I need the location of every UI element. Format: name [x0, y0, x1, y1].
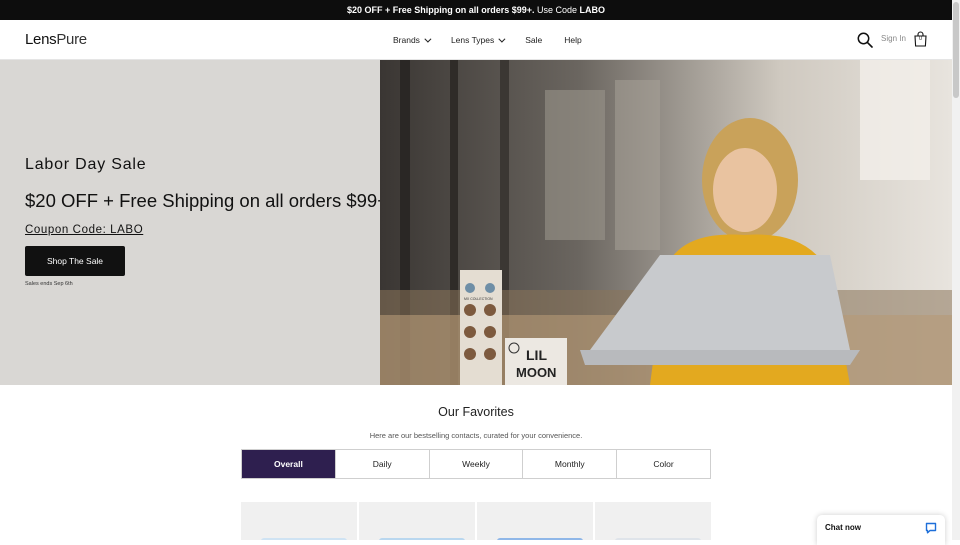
main-nav: Brands Lens Types Sale Help — [393, 20, 582, 60]
chevron-down-icon — [498, 35, 506, 43]
product-box-2-line1: LIL — [526, 347, 547, 363]
tab-weekly[interactable]: Weekly — [429, 450, 524, 478]
nav-lens-types-label: Lens Types — [450, 35, 495, 45]
nav-brands-label: Brands — [393, 35, 420, 45]
our-favorites-section: Our Favorites Here are our bestselling c… — [0, 385, 952, 540]
page-scrollbar[interactable] — [952, 0, 960, 540]
hero-headline: $20 OFF + Free Shipping on all orders $9… — [25, 190, 389, 211]
lenspure-logo[interactable]: LensPure — [25, 31, 87, 48]
page: $20 OFF + Free Shipping on all orders $9… — [0, 0, 952, 540]
nav-help[interactable]: Help — [564, 35, 581, 45]
chevron-down-icon — [424, 35, 432, 43]
sale-ends-note: Sales ends Sep 6th — [25, 281, 73, 287]
product-box-1-label: MX COLLECTION — [464, 297, 493, 301]
hero-title: Labor Day Sale — [25, 156, 147, 173]
product-card[interactable] — [595, 502, 711, 540]
chat-widget[interactable]: Chat now — [817, 515, 945, 545]
promo-regular-text: Use Code — [534, 5, 580, 15]
tab-color[interactable]: Color — [617, 450, 710, 478]
product-card[interactable] — [359, 502, 475, 540]
favorites-title: Our Favorites — [438, 405, 514, 419]
logo-main: Lens — [25, 31, 57, 48]
tab-monthly[interactable]: Monthly — [523, 450, 618, 478]
hero-photo: MX COLLECTION LIL MOON — [380, 60, 952, 385]
hero-banner: Labor Day Sale $20 OFF + Free Shipping o… — [0, 60, 952, 385]
promo-bold-text: $20 OFF + Free Shipping on all orders $9… — [346, 5, 535, 15]
hero-text-panel: Labor Day Sale $20 OFF + Free Shipping o… — [0, 60, 388, 385]
coupon-code-link[interactable]: Coupon Code: LABO — [25, 224, 143, 236]
nav-sale-label: Sale — [525, 35, 543, 45]
sign-in-link[interactable]: Sign In — [881, 34, 906, 43]
chat-bubble-icon[interactable] — [925, 522, 937, 534]
search-icon[interactable] — [857, 32, 873, 48]
favorites-tabs: Overall Daily Weekly Monthly Color — [241, 449, 711, 479]
nav-help-label: Help — [564, 35, 582, 45]
cart-count: 0 — [918, 36, 923, 42]
logo-light: Pure — [56, 31, 87, 48]
chat-label: Chat now — [825, 523, 861, 532]
product-card[interactable] — [241, 502, 357, 540]
promo-bar[interactable]: $20 OFF + Free Shipping on all orders $9… — [0, 0, 952, 20]
product-card[interactable] — [477, 502, 593, 540]
promo-code: LABO — [579, 5, 606, 15]
nav-sale[interactable]: Sale — [525, 35, 542, 45]
tab-overall[interactable]: Overall — [242, 450, 336, 478]
scrollbar-thumb[interactable] — [953, 2, 959, 98]
hero-image: MX COLLECTION LIL MOON — [380, 60, 952, 385]
favorites-subtitle: Here are our bestselling contacts, curat… — [369, 431, 583, 440]
tab-daily[interactable]: Daily — [335, 450, 430, 478]
nav-brands[interactable]: Brands — [393, 35, 432, 45]
product-grid — [241, 502, 711, 540]
nav-lens-types[interactable]: Lens Types — [450, 35, 506, 45]
site-header: LensPure Brands Lens Types Sale Help Sig… — [0, 20, 952, 60]
shop-the-sale-button[interactable]: Shop The Sale — [25, 246, 125, 276]
product-box-2-line2: MOON — [516, 365, 556, 380]
